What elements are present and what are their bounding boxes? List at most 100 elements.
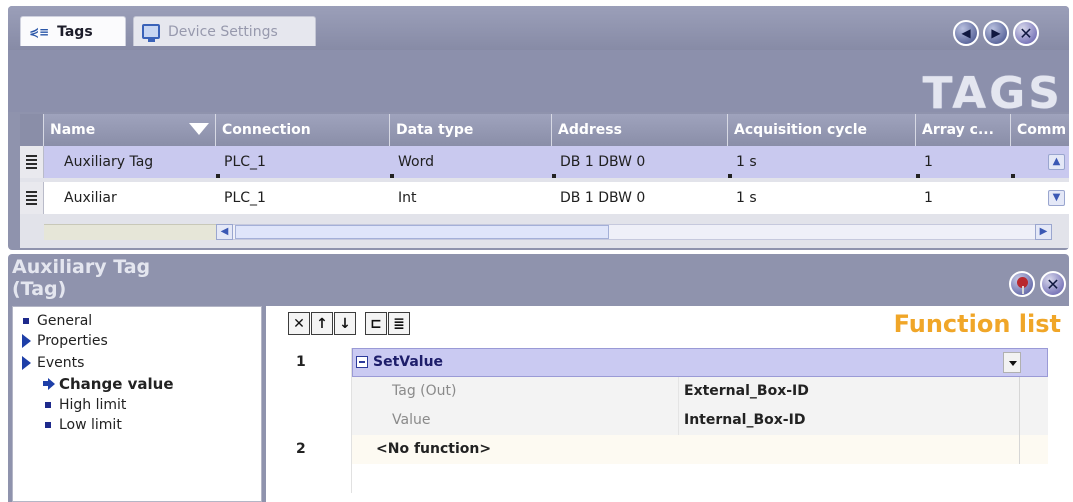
column-header-name[interactable]: Name [44, 114, 216, 146]
expand-arrow-icon[interactable] [22, 356, 31, 370]
bullet-icon [23, 318, 29, 324]
close-icon[interactable]: ✕ [1040, 271, 1066, 297]
column-header-label: Address [558, 122, 622, 138]
monitor-icon [142, 24, 160, 42]
param-cell[interactable]: Value Internal_Box-ID [352, 406, 1048, 435]
param-value[interactable]: External_Box-ID [684, 377, 809, 406]
nav-item-label: Events [37, 355, 85, 371]
table-row[interactable]: Auxiliary Tag PLC_1 Word DB 1 DBW 0 1 s … [20, 146, 1069, 178]
cell-data-type[interactable]: Int [390, 182, 552, 214]
column-header-label: Connection [222, 122, 311, 138]
table-corner [20, 114, 44, 146]
horizontal-scrollbar[interactable]: ◀ ▶ [216, 224, 1052, 240]
tag-table: Name Connection Data type Address Acquis… [20, 114, 1069, 248]
function-name: <No function> [376, 441, 492, 457]
function-param-row[interactable]: Tag (Out) External_Box-ID [288, 377, 1048, 406]
cell-array-count[interactable]: 1 [916, 182, 1011, 214]
cell-name[interactable]: Auxiliar [44, 182, 216, 214]
tab-strip: ⋞≡ Tags Device Settings ◀ ▶ ✕ [8, 6, 1069, 50]
arrow-left-icon[interactable]: ◀ [953, 20, 979, 46]
new-row-placeholder [44, 224, 216, 240]
scrollbar-thumb[interactable] [235, 225, 609, 239]
column-header-label: Data type [396, 122, 474, 138]
cell-marker [916, 174, 920, 178]
param-cell[interactable]: Tag (Out) External_Box-ID [352, 377, 1048, 406]
tab-tags[interactable]: ⋞≡ Tags [20, 16, 126, 46]
collapse-icon[interactable] [356, 356, 368, 368]
arrow-right-icon[interactable]: ▶ [983, 20, 1009, 46]
table-row[interactable]: Auxiliar PLC_1 Int DB 1 DBW 0 1 s 1 ▼ [20, 182, 1069, 214]
cell-marker [1011, 174, 1015, 178]
cell-address[interactable]: DB 1 DBW 0 [552, 182, 728, 214]
cell-connection[interactable]: PLC_1 [216, 146, 390, 178]
column-header-label: Acquisition cycle [734, 122, 868, 138]
nav-item-label: Properties [37, 333, 108, 349]
cell-array-count[interactable]: 1 [916, 146, 1011, 178]
nav-item-label: General [37, 313, 93, 329]
function-row[interactable]: 1 SetValue [288, 348, 1048, 377]
column-header-data-type[interactable]: Data type [390, 114, 552, 146]
cell-address[interactable]: DB 1 DBW 0 [552, 146, 728, 178]
move-down-icon[interactable]: ↓ [334, 312, 356, 335]
tab-device-settings[interactable]: Device Settings [133, 16, 316, 46]
column-header-acquisition-cycle[interactable]: Acquisition cycle [728, 114, 916, 146]
column-header-connection[interactable]: Connection [216, 114, 390, 146]
cell-connection[interactable]: PLC_1 [216, 182, 390, 214]
close-icon[interactable]: ✕ [1013, 20, 1039, 46]
cell-name[interactable]: Auxiliary Tag [44, 146, 216, 178]
expand-arrow-icon[interactable] [22, 334, 31, 348]
bullet-icon [45, 402, 51, 408]
cell-marker [390, 174, 394, 178]
function-row-empty[interactable] [288, 464, 1048, 493]
nav-item-label: High limit [59, 397, 127, 413]
tags-header-band: TAGS [8, 50, 1069, 116]
column-header-label: Comm [1017, 122, 1067, 138]
properties-title-type: (Tag) [12, 278, 67, 300]
scroll-down-icon[interactable]: ▼ [1048, 190, 1065, 206]
param-name: Value [392, 412, 431, 428]
row-divider [1019, 377, 1020, 406]
scroll-left-icon[interactable]: ◀ [216, 224, 233, 240]
cell-acquisition-cycle[interactable]: 1 s [728, 146, 916, 178]
column-header-comment[interactable]: Comm [1011, 114, 1069, 146]
column-header-address[interactable]: Address [552, 114, 728, 146]
pin-needle [1022, 286, 1024, 294]
function-name: SetValue [373, 354, 444, 370]
function-row-number [288, 406, 352, 435]
function-row[interactable]: 2 <No function> [288, 435, 1048, 464]
pin-icon[interactable] [1009, 271, 1035, 297]
function-selector[interactable]: <No function> [352, 435, 1048, 464]
function-list-area: ✕ ↑ ↓ ⊏ ≣ Function list 1 SetValue Tag (… [266, 306, 1069, 502]
function-list-title: Function list [893, 310, 1061, 338]
row-selector[interactable] [20, 182, 44, 214]
expand-all-icon[interactable]: ≣ [388, 312, 410, 335]
function-row-number [288, 377, 352, 406]
function-selector[interactable]: SetValue [352, 348, 1048, 377]
delete-icon[interactable]: ✕ [288, 312, 310, 335]
function-param-row[interactable]: Value Internal_Box-ID [288, 406, 1048, 435]
scroll-right-icon[interactable]: ▶ [1035, 224, 1052, 240]
function-row-number: 2 [288, 435, 352, 464]
tab-tags-label: Tags [57, 23, 93, 40]
cell-marker [728, 174, 732, 178]
row-selector[interactable] [20, 146, 44, 178]
column-header-array-count[interactable]: Array c... [916, 114, 1011, 146]
row-divider [1019, 435, 1020, 464]
properties-title: Auxiliary Tag (Tag) [12, 256, 272, 300]
param-divider [678, 377, 679, 406]
sort-desc-icon [189, 123, 209, 135]
tag-editor: ⋞≡ Tags Device Settings ◀ ▶ ✕ TAGS Name … [8, 6, 1069, 250]
collapse-all-icon[interactable]: ⊏ [365, 312, 387, 335]
bullet-icon [45, 422, 51, 428]
row-divider [1019, 406, 1020, 435]
cell-marker [216, 174, 220, 178]
function-toolbar: ✕ ↑ ↓ ⊏ ≣ [288, 312, 411, 336]
chevron-down-icon[interactable] [1003, 352, 1021, 373]
move-up-icon[interactable]: ↑ [311, 312, 333, 335]
cell-data-type[interactable]: Word [390, 146, 552, 178]
property-navigation: General Properties Events Change value H… [12, 306, 262, 502]
tag-list-icon: ⋞≡ [29, 24, 50, 39]
param-value[interactable]: Internal_Box-ID [684, 406, 805, 435]
cell-acquisition-cycle[interactable]: 1 s [728, 182, 916, 214]
scroll-up-icon[interactable]: ▲ [1048, 154, 1065, 170]
